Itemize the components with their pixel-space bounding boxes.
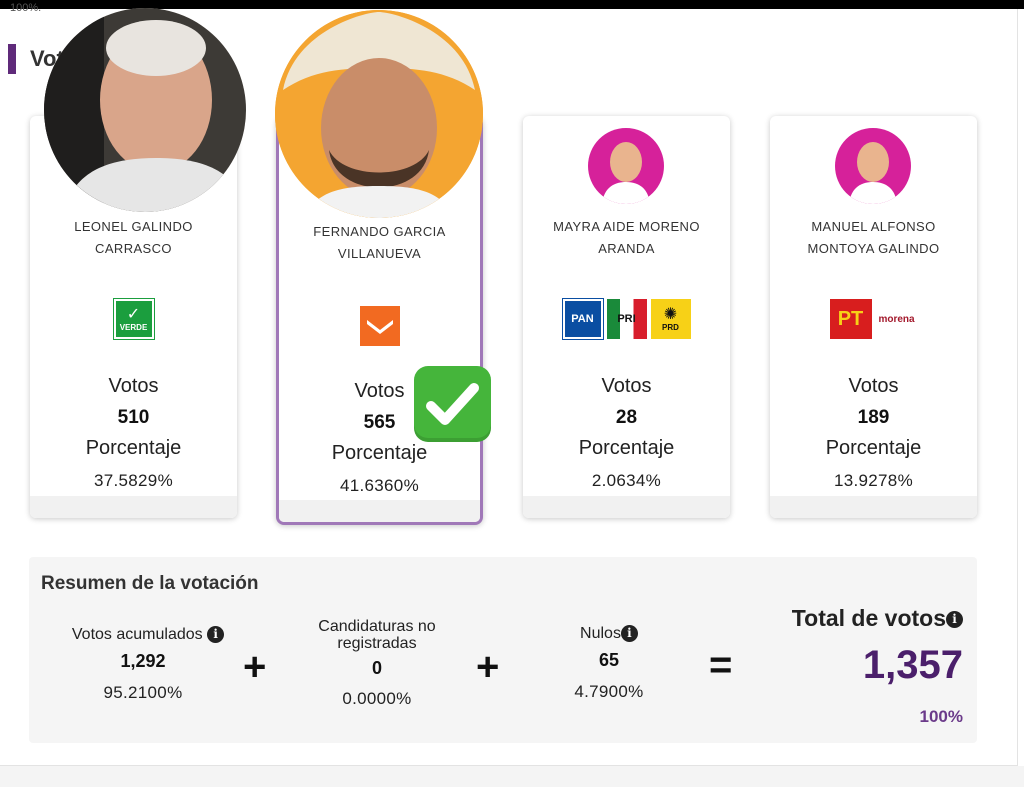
candidate-name-line2: ARANDA (598, 241, 655, 256)
accumulated-votes-pct: 95.2100% (103, 683, 183, 702)
percentage-label: Porcentaje (825, 437, 922, 459)
default-avatar-icon (835, 128, 911, 204)
info-icon[interactable]: i (946, 611, 963, 629)
votes-value: 510 (117, 407, 150, 428)
vote-summary-panel: Resumen de la votación Votos acumulados … (29, 557, 977, 743)
party-logos: ✓ VERDE (30, 298, 237, 340)
prd-logo-text: PRD (662, 322, 679, 332)
verde-logo-text: VERDE (119, 322, 148, 332)
total-votes-label: Total de votos i (792, 605, 963, 632)
morena-logo-text: morena (878, 313, 915, 325)
candidate-card: MANUEL ALFONSO MONTOYA GALINDO PT morena… (770, 116, 977, 518)
percentage-label: Porcentaje (578, 437, 675, 459)
info-icon[interactable]: i (620, 625, 638, 643)
candidate-name-line2: VILLANUEVA (337, 246, 422, 261)
movimiento-ciudadano-party-logo (359, 306, 400, 346)
candidate-name-line2: CARRASCO (95, 241, 172, 256)
candidate-name-line1: LEONEL GALINDO (74, 219, 193, 234)
card-footer (523, 496, 730, 518)
plus-icon: + (476, 645, 500, 689)
candidate-photo (44, 8, 246, 212)
null-votes-label: Nulos i (519, 625, 699, 643)
candidate-name-line1: MAYRA AIDE MORENO (553, 219, 700, 234)
candidate-name: MANUEL ALFONSO MONTOYA GALINDO (780, 216, 967, 260)
candidate-card: MAYRA AIDE MORENO ARANDA PAN PRI ✺ PRD V… (523, 116, 730, 518)
pan-logo-text: PAN (571, 313, 594, 325)
percentage-value: 2.0634% (591, 471, 662, 490)
percentage-label: Porcentaje (331, 442, 428, 464)
percentage-label: Porcentaje (85, 437, 182, 459)
candidate-name-line2: MONTOYA GALINDO (807, 241, 940, 256)
percentage-value: 41.6360% (340, 476, 419, 495)
total-votes-label-text: Total de votos (791, 605, 946, 631)
candidate-name-line1: FERNANDO GARCIA (313, 224, 446, 239)
candidate-name: LEONEL GALINDO CARRASCO (40, 216, 227, 260)
null-votes-value: 65 (598, 650, 620, 670)
null-votes-pct: 4.7900% (574, 682, 644, 701)
card-footer (30, 496, 237, 518)
percentage-value: 37.5829% (94, 471, 173, 490)
unregistered-label-line1: Candidaturas no (318, 618, 436, 635)
candidate-name-line1: MANUEL ALFONSO (811, 219, 936, 234)
accumulated-votes-value: 1,292 (120, 651, 166, 671)
null-votes-label-text: Nulos (580, 625, 621, 642)
party-logos: PT morena (770, 299, 977, 339)
check-mark-icon (414, 366, 491, 442)
pt-logo-text: PT (837, 307, 864, 330)
votes-label: Votos (108, 375, 159, 397)
unregistered-label-line2: registradas (337, 635, 417, 652)
candidate-name: MAYRA AIDE MORENO ARANDA (533, 216, 720, 260)
morena-party-logo: morena (875, 299, 918, 339)
card-footer (279, 500, 480, 522)
info-icon[interactable]: i (207, 626, 225, 644)
verde-party-logo: ✓ VERDE (112, 298, 155, 340)
candidate-photo (275, 10, 483, 218)
pri-party-logo: PRI (606, 299, 647, 339)
votes-value: 189 (857, 407, 890, 428)
equals-icon: = (709, 643, 733, 687)
total-votes-value: 1,357 (862, 643, 963, 687)
accumulated-votes-label: Votos acumulados i (43, 626, 253, 644)
unregistered-pct: 0.0000% (342, 689, 412, 708)
prd-party-logo: ✺ PRD (650, 299, 691, 339)
pt-party-logo: PT (829, 299, 872, 339)
unregistered-label: Candidaturas no registradas (287, 618, 467, 652)
accumulated-votes-label-text: Votos acumulados (71, 626, 203, 643)
summary-title: Resumen de la votación (41, 573, 259, 594)
section-accent-bar (8, 44, 16, 74)
votes-label: Votos (601, 375, 652, 397)
percentage-value: 13.9278% (834, 471, 913, 490)
card-footer (770, 496, 977, 518)
pan-party-logo: PAN (561, 298, 604, 340)
party-logos (279, 306, 480, 346)
bottom-strip (0, 766, 1024, 787)
unregistered-value: 0 (371, 658, 382, 678)
default-avatar-icon (588, 128, 664, 204)
candidate-name: FERNANDO GARCIA VILLANUEVA (289, 221, 470, 265)
plus-icon: + (243, 645, 267, 689)
party-logos: PAN PRI ✺ PRD (523, 298, 730, 340)
votes-value: 28 (615, 407, 638, 428)
total-votes-pct: 100% (919, 707, 963, 726)
votes-label: Votos (848, 375, 899, 397)
clipped-top-text: 100%. (10, 2, 42, 14)
pri-logo-text: PRI (617, 313, 636, 325)
